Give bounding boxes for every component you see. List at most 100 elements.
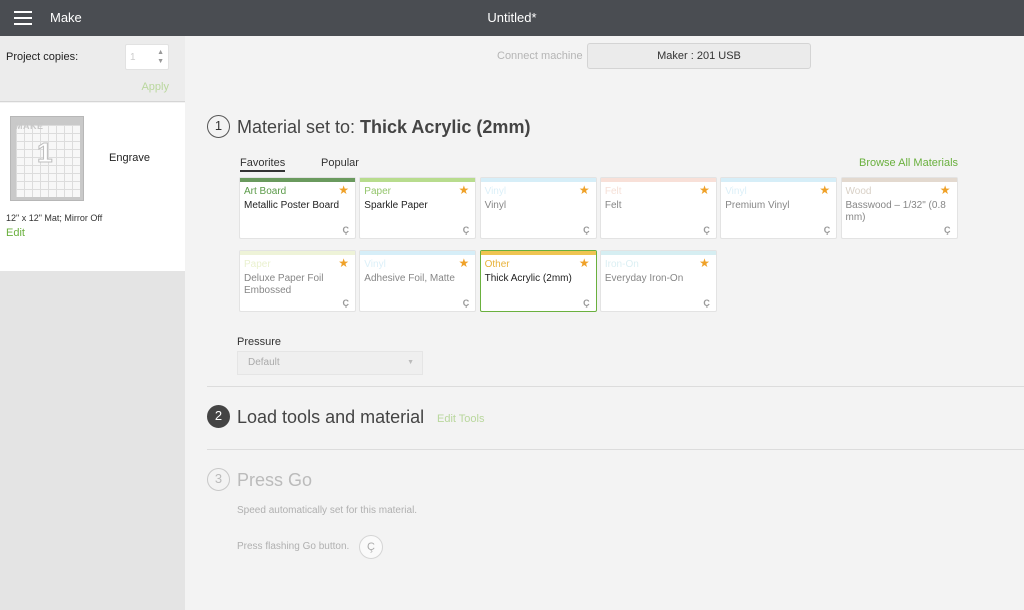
material-card[interactable]: Vinyl ★ Premium Vinyl Ç	[720, 177, 838, 239]
material-card-name: Deluxe Paper Foil Embossed	[244, 273, 324, 296]
pressure-value: Default	[248, 357, 280, 368]
material-card-name: Everyday Iron-On	[604, 273, 684, 284]
cricut-c-icon: Ç	[462, 298, 470, 308]
mat-info: 12" x 12" Mat; Mirror Off	[6, 213, 103, 223]
operation-label: Engrave	[109, 152, 150, 164]
cricut-c-icon[interactable]: Ç	[359, 535, 383, 559]
material-card-stripe	[721, 178, 837, 182]
material-card-category: Felt	[604, 186, 622, 197]
mat-edit-link[interactable]: Edit	[6, 227, 25, 239]
main-panel: Connect machine Maker : 201 USB 1 Materi…	[185, 36, 1024, 610]
material-card-stripe	[480, 178, 596, 182]
material-card[interactable]: Other ★ Thick Acrylic (2mm) Ç	[479, 250, 597, 312]
connect-machine-label: Connect machine	[497, 50, 583, 62]
step-2-number: 2	[207, 405, 230, 428]
material-card-category: Other	[484, 259, 510, 270]
chevron-down-icon: ▼	[407, 359, 414, 366]
cricut-c-icon: Ç	[342, 298, 350, 308]
cricut-c-icon: Ç	[462, 225, 470, 235]
speed-info-text: Speed automatically set for this materia…	[237, 505, 418, 516]
material-card-category: Paper	[364, 186, 391, 197]
star-icon[interactable]: ★	[819, 183, 830, 197]
pressure-select[interactable]: Default ▼	[237, 351, 423, 375]
material-card-stripe	[600, 178, 716, 182]
mat-thumbnail[interactable]: MAKE 1	[10, 116, 84, 201]
material-card[interactable]: Paper ★ Deluxe Paper Foil Embossed Ç	[239, 250, 356, 312]
cricut-c-icon: Ç	[583, 225, 590, 235]
material-card-category: Vinyl	[484, 186, 507, 197]
apply-button[interactable]: Apply	[141, 81, 169, 93]
star-icon[interactable]: ★	[459, 256, 470, 270]
cricut-c-icon: Ç	[944, 225, 951, 235]
star-icon[interactable]: ★	[579, 256, 590, 270]
star-icon[interactable]: ★	[699, 256, 710, 270]
material-card-category: Paper	[244, 259, 271, 270]
step-1-title: Material set to: Thick Acrylic (2mm)	[237, 117, 530, 138]
material-card[interactable]: Vinyl ★ Adhesive Foil, Matte Ç	[359, 250, 477, 312]
mat-number: 1	[37, 137, 54, 169]
material-card-name: Premium Vinyl	[725, 200, 790, 211]
material-card-category: Art Board	[244, 186, 287, 197]
cricut-c-icon: Ç	[823, 225, 831, 235]
material-card[interactable]: Wood ★ Basswood – 1/32" (0.8 mm) Ç	[840, 177, 958, 239]
star-icon[interactable]: ★	[338, 183, 349, 197]
material-card[interactable]: Vinyl ★ Vinyl Ç	[479, 177, 597, 239]
star-icon[interactable]: ★	[699, 183, 710, 197]
top-bar: Make Untitled*	[0, 0, 1024, 36]
edit-tools-link[interactable]: Edit Tools	[437, 413, 485, 425]
material-card-category: Vinyl	[364, 259, 386, 270]
browse-all-materials-link[interactable]: Browse All Materials	[859, 157, 958, 169]
material-card-name: Basswood – 1/32" (0.8 mm)	[845, 200, 946, 223]
project-copies-panel: Project copies: 1 ▲ ▼ Apply	[0, 36, 185, 102]
machine-select-button[interactable]: Maker : 201 USB	[587, 43, 811, 69]
cricut-c-icon: Ç	[342, 225, 350, 235]
cricut-c-icon: Ç	[583, 298, 590, 308]
material-card-category: Vinyl	[725, 186, 747, 197]
divider	[207, 386, 1024, 387]
material-card[interactable]: Iron-On ★ Everyday Iron-On Ç	[599, 250, 717, 312]
mat-preview-text: MAKE	[15, 121, 44, 131]
material-card-stripe	[841, 178, 957, 182]
material-card-name: Felt	[604, 200, 622, 211]
material-card-stripe	[240, 251, 355, 255]
step-1-title-prefix: Material set to:	[237, 117, 361, 137]
cricut-c-icon: Ç	[703, 298, 710, 308]
material-card[interactable]: Art Board ★ Metallic Poster Board Ç	[239, 177, 356, 239]
project-copies-label: Project copies:	[6, 51, 79, 63]
press-go-text: Press flashing Go button.	[237, 541, 350, 552]
step-1-material-value: Thick Acrylic (2mm)	[360, 117, 531, 137]
pressure-label: Pressure	[237, 336, 282, 348]
stepper-arrows-icon[interactable]: ▲ ▼	[157, 48, 164, 66]
material-card-name: Vinyl	[484, 200, 507, 211]
divider	[207, 449, 1024, 450]
material-card[interactable]: Felt ★ Felt Ç	[599, 177, 717, 239]
star-icon[interactable]: ★	[579, 183, 590, 197]
left-panel-background	[0, 271, 185, 610]
material-card-name: Metallic Poster Board	[244, 200, 340, 211]
star-icon[interactable]: ★	[459, 183, 470, 197]
material-card-stripe	[480, 251, 596, 255]
material-card-category: Iron-On	[604, 259, 639, 270]
material-card-stripe	[360, 178, 476, 182]
material-card-name: Sparkle Paper	[364, 200, 428, 211]
material-card-name: Thick Acrylic (2mm)	[484, 273, 572, 284]
material-card-category: Wood	[845, 186, 872, 197]
mat-panel: MAKE 1 Engrave 12" x 12" Mat; Mirror Off…	[0, 103, 185, 271]
step-1-number: 1	[207, 115, 230, 138]
step-3-title: Press Go	[237, 470, 313, 490]
tab-favorites[interactable]: Favorites	[240, 157, 286, 172]
project-copies-value: 1	[130, 52, 136, 63]
material-card-stripe	[360, 251, 476, 255]
material-card-stripe	[600, 251, 716, 255]
material-card-stripe	[240, 178, 355, 182]
star-icon[interactable]: ★	[940, 183, 951, 197]
star-icon[interactable]: ★	[338, 256, 349, 270]
material-card[interactable]: Paper ★ Sparkle Paper Ç	[359, 177, 477, 239]
tab-popular[interactable]: Popular	[321, 157, 359, 169]
cricut-c-icon: Ç	[703, 225, 710, 235]
material-card-name: Adhesive Foil, Matte	[364, 273, 455, 284]
step-2-title: Load tools and material	[237, 407, 425, 427]
document-title: Untitled*	[487, 10, 537, 25]
step-3-number: 3	[207, 468, 230, 491]
project-copies-stepper[interactable]: 1 ▲ ▼	[125, 44, 169, 70]
